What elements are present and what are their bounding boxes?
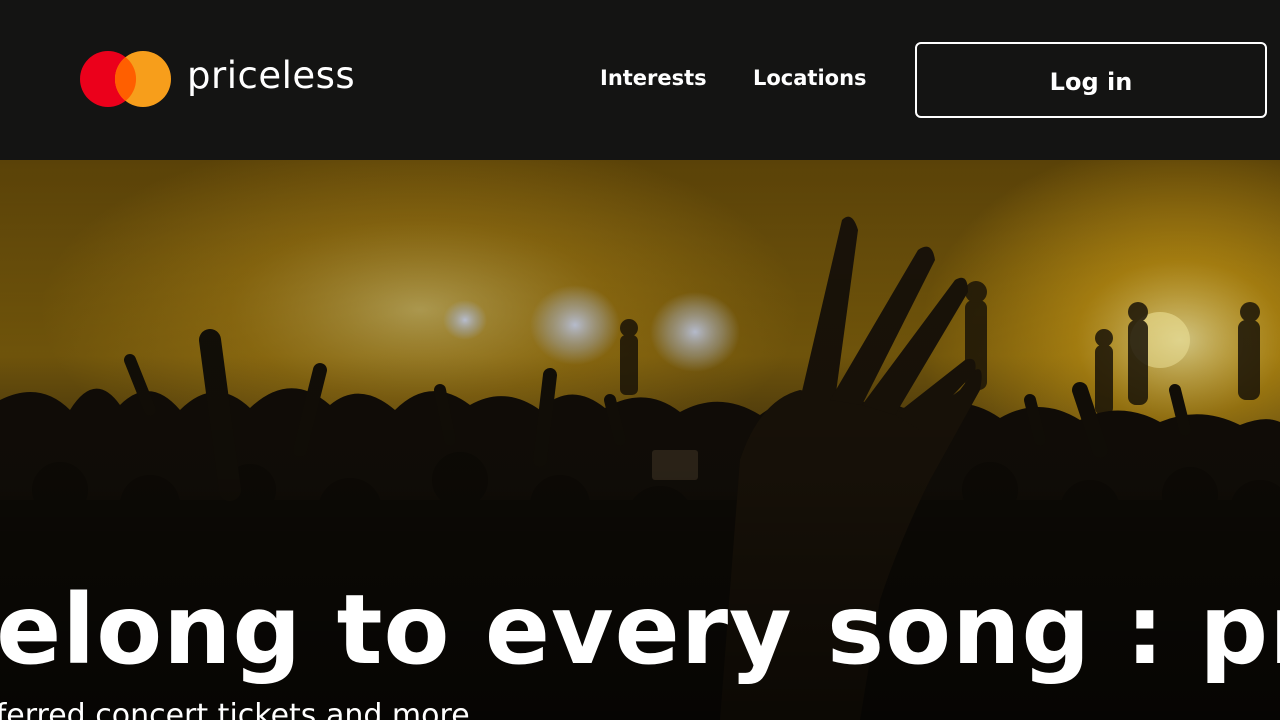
hero-banner: Belong to every song : priceless Preferr… [0,160,1280,720]
nav-interests-link[interactable]: Interests [600,62,707,94]
login-button[interactable]: Log in [915,42,1267,118]
site-header: priceless Interests Locations Log in [0,0,1280,160]
priceless-logo[interactable]: priceless [80,50,360,108]
mastercard-logo-icon [80,51,171,107]
hero-title: Belong to every song : priceless [0,574,1280,686]
hero-subtitle: Preferred concert tickets and more [0,698,470,720]
nav-locations-link[interactable]: Locations [753,62,867,94]
brand-wordmark: priceless [187,54,356,97]
